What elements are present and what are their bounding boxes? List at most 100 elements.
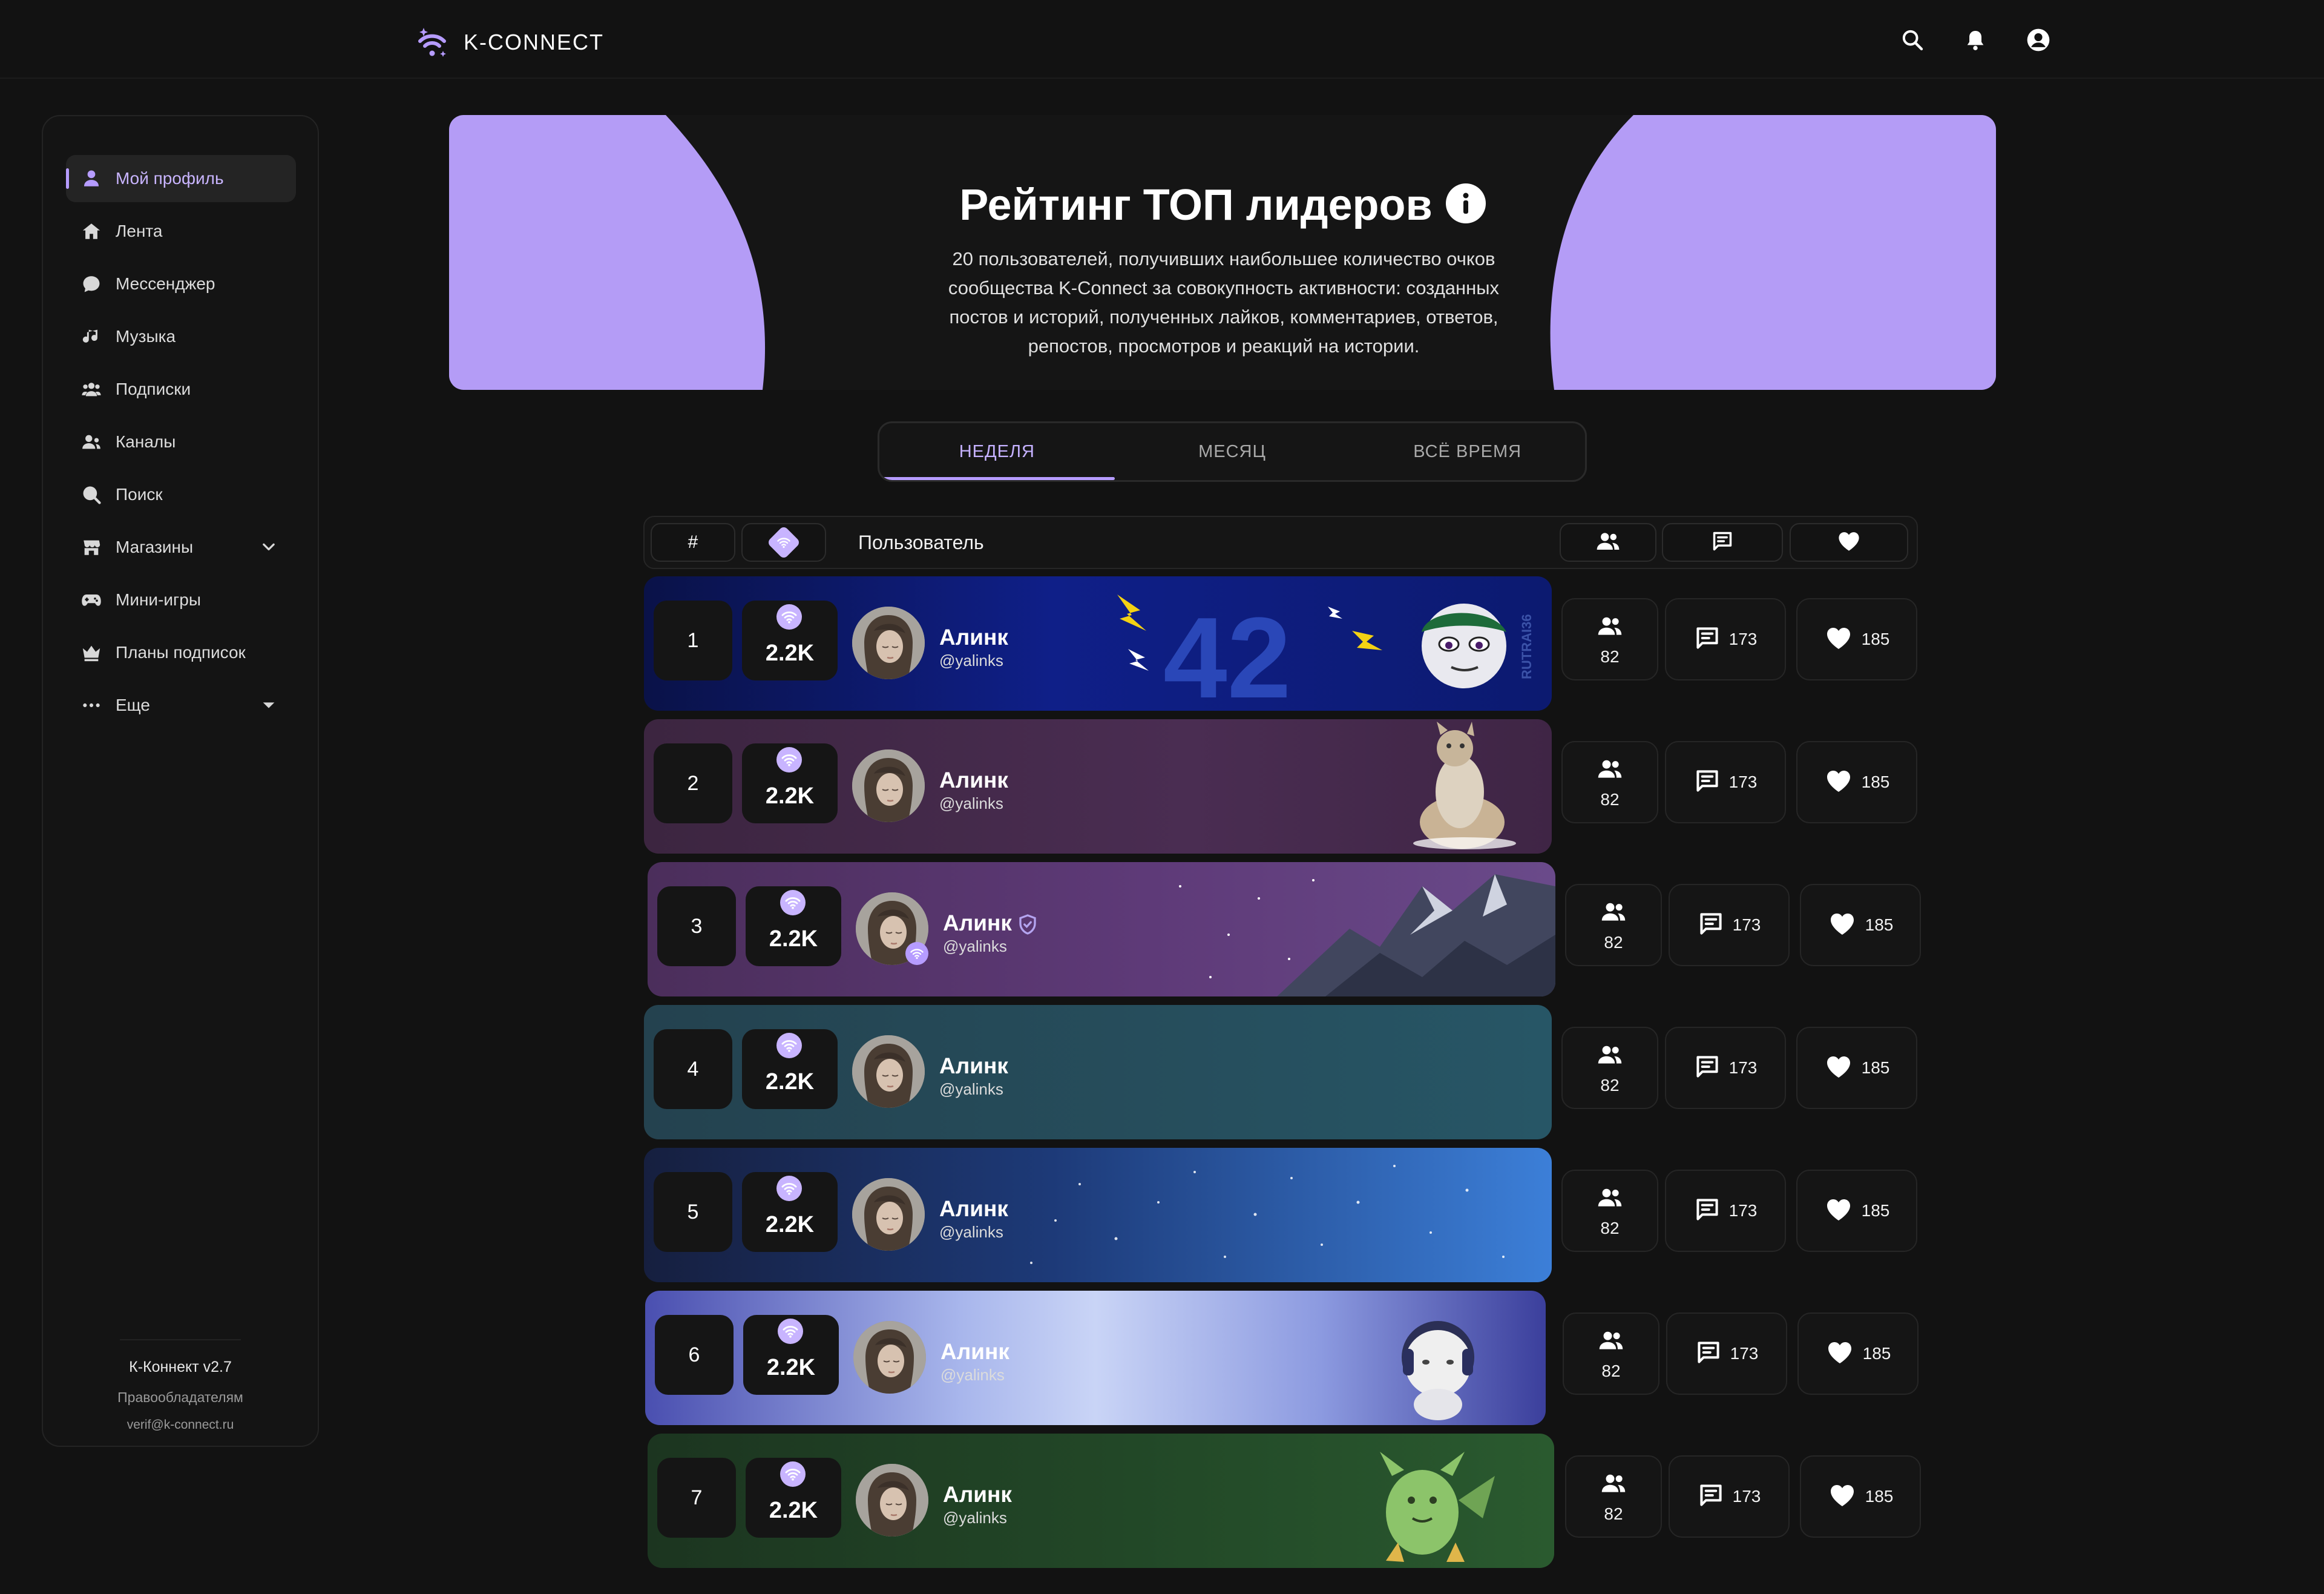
points-coin-icon xyxy=(776,1033,802,1058)
followers-count[interactable]: 82 xyxy=(1565,1455,1662,1538)
comment-icon xyxy=(1694,625,1721,654)
likes-count[interactable]: 185 xyxy=(1796,598,1917,680)
app-logo[interactable]: K-CONNECT xyxy=(413,18,604,67)
likes-count[interactable]: 185 xyxy=(1796,741,1917,823)
tab-month[interactable]: МЕСЯЦ xyxy=(1115,423,1350,480)
likes-count[interactable]: 185 xyxy=(1796,1170,1917,1252)
avatar[interactable] xyxy=(856,1464,928,1536)
sidebar-item-label: Поиск xyxy=(116,485,163,504)
followers-count[interactable]: 82 xyxy=(1561,1027,1658,1109)
points-coin-icon xyxy=(776,747,802,772)
sidebar-item-subscription-plans[interactable]: Планы подписок xyxy=(66,629,296,676)
likes-count[interactable]: 185 xyxy=(1800,884,1921,966)
comments-count[interactable]: 173 xyxy=(1669,1455,1790,1538)
likes-count[interactable]: 185 xyxy=(1796,1027,1917,1109)
bell-icon[interactable] xyxy=(1956,21,1995,59)
sidebar-item-search[interactable]: Поиск xyxy=(66,471,296,518)
user-name[interactable]: Алинк xyxy=(939,625,1008,650)
sidebar-item-music[interactable]: Музыка xyxy=(66,313,296,360)
user-name-text: Алинк xyxy=(943,911,1012,935)
likes-count[interactable]: 185 xyxy=(1800,1455,1921,1538)
comments-column-header[interactable] xyxy=(1662,523,1783,562)
comments-value: 173 xyxy=(1732,915,1761,934)
user-name[interactable]: Алинк xyxy=(940,1339,1009,1365)
sidebar-item-channels[interactable]: Каналы xyxy=(66,418,296,466)
points-column-header[interactable] xyxy=(741,523,826,562)
user-handle: @yalinks xyxy=(939,651,1003,670)
profile-card[interactable]: 42 RUTRAI36 1 2.2K Алинк @yalinks xyxy=(644,576,1552,711)
card-side-text: RUTRAI36 xyxy=(1519,614,1534,679)
heart-icon xyxy=(1828,1481,1857,1513)
user-column-header: Пользователь xyxy=(858,532,984,553)
rank-number: 7 xyxy=(657,1458,736,1538)
avatar[interactable] xyxy=(852,1178,925,1251)
points-badge: 2.2K xyxy=(743,1315,839,1395)
followers-count[interactable]: 82 xyxy=(1563,1312,1659,1395)
gamepad-icon xyxy=(80,589,102,611)
user-name[interactable]: Алинк xyxy=(939,1196,1008,1222)
users-icon xyxy=(1597,613,1623,642)
followers-count[interactable]: 82 xyxy=(1561,598,1658,680)
profile-card[interactable]: 6 2.2K Алинк @yalinks xyxy=(645,1291,1546,1425)
rank-number: 2 xyxy=(654,743,732,823)
sidebar-item-messenger[interactable]: Мессенджер xyxy=(66,260,296,308)
user-name[interactable]: Алинк xyxy=(939,768,1008,793)
sidebar-item-label: Музыка xyxy=(116,327,176,346)
comments-count[interactable]: 173 xyxy=(1665,1170,1786,1252)
sidebar-item-more[interactable]: Еще xyxy=(66,682,296,729)
likes-count[interactable]: 185 xyxy=(1797,1312,1919,1395)
tab-week[interactable]: НЕДЕЛЯ xyxy=(879,423,1115,480)
followers-column-header[interactable] xyxy=(1560,523,1656,562)
avatar[interactable] xyxy=(852,607,925,679)
comments-count[interactable]: 173 xyxy=(1666,1312,1787,1395)
account-icon[interactable] xyxy=(2019,21,2058,59)
comment-icon xyxy=(1711,530,1734,556)
likes-column-header[interactable] xyxy=(1790,523,1908,562)
profile-card[interactable]: 4 2.2K Алинк @yalinks xyxy=(644,1005,1552,1139)
followers-value: 82 xyxy=(1604,1504,1623,1523)
rank-number: 1 xyxy=(654,601,732,680)
avatar[interactable] xyxy=(852,749,925,822)
comments-count[interactable]: 173 xyxy=(1669,884,1790,966)
contact-email-link[interactable]: verif@k-connect.ru xyxy=(43,1418,318,1432)
sidebar-item-stores[interactable]: Магазины xyxy=(66,524,296,571)
page-title-text: Рейтинг ТОП лидеров xyxy=(959,181,1433,229)
user-handle: @yalinks xyxy=(939,1223,1003,1241)
caret-down-icon[interactable] xyxy=(260,696,278,714)
users-icon xyxy=(1598,1327,1624,1357)
comments-count[interactable]: 173 xyxy=(1665,598,1786,680)
sidebar-item-my-profile[interactable]: Мой профиль xyxy=(66,155,296,202)
rank-column-header[interactable]: # xyxy=(651,523,735,562)
sidebar-item-feed[interactable]: Лента xyxy=(66,208,296,255)
profile-card[interactable]: 3 2.2K Алинк @yalinks xyxy=(648,862,1555,996)
comments-value: 173 xyxy=(1728,1058,1758,1077)
profile-card[interactable]: 2 2.2K Алинк @yalinks xyxy=(644,719,1552,854)
sidebar-item-subscriptions[interactable]: Подписки xyxy=(66,366,296,413)
user-name[interactable]: Алинк xyxy=(943,911,1039,936)
sidebar-item-mini-games[interactable]: Мини-игры xyxy=(66,576,296,624)
comments-count[interactable]: 173 xyxy=(1665,741,1786,823)
user-name[interactable]: Алинк xyxy=(939,1053,1008,1079)
followers-count[interactable]: 82 xyxy=(1565,884,1662,966)
tab-all-time[interactable]: ВСЁ ВРЕМЯ xyxy=(1350,423,1585,480)
user-handle: @yalinks xyxy=(940,1366,1005,1384)
chevron-down-icon[interactable] xyxy=(260,538,278,556)
profile-card[interactable]: 7 2.2K Алинк @yalinks xyxy=(648,1434,1554,1568)
comments-count[interactable]: 173 xyxy=(1665,1027,1786,1109)
followers-count[interactable]: 82 xyxy=(1561,1170,1658,1252)
user-name[interactable]: Алинк xyxy=(943,1482,1012,1507)
info-icon[interactable] xyxy=(1445,183,1486,223)
avatar[interactable] xyxy=(853,1321,926,1394)
points-badge: 2.2K xyxy=(742,601,838,680)
comments-value: 173 xyxy=(1732,1487,1761,1506)
rights-holders-link[interactable]: Правообладателям xyxy=(43,1389,318,1406)
likes-value: 185 xyxy=(1861,1058,1890,1077)
profile-card[interactable]: 5 2.2K Алинк @yalinks xyxy=(644,1148,1552,1282)
likes-value: 185 xyxy=(1861,772,1890,791)
points-badge: 2.2K xyxy=(746,1458,841,1538)
search-icon[interactable] xyxy=(1893,21,1932,59)
avatar[interactable] xyxy=(852,1035,925,1108)
followers-count[interactable]: 82 xyxy=(1561,741,1658,823)
leaderboard-banner: Рейтинг ТОП лидеров 20 пользователей, по… xyxy=(449,115,1996,390)
comments-value: 173 xyxy=(1728,772,1758,791)
